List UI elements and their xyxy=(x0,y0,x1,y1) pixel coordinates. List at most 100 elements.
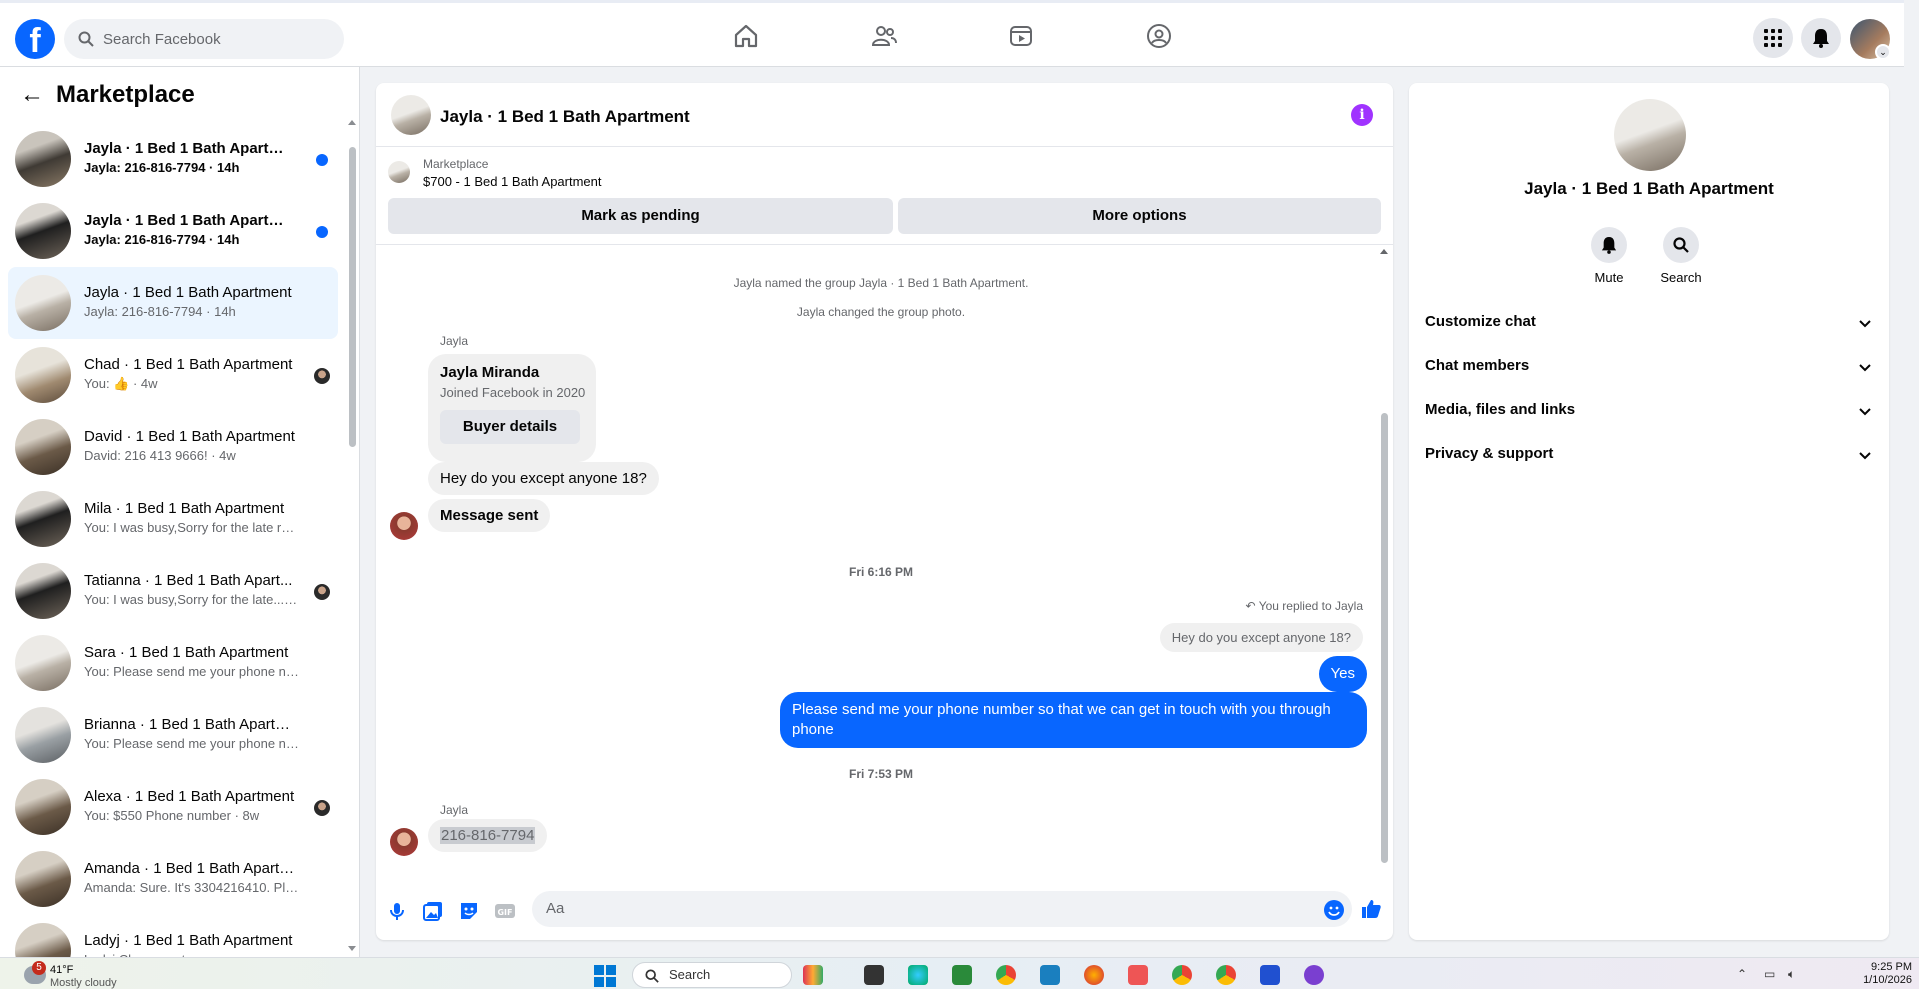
facebook-logo[interactable]: f xyxy=(15,19,55,59)
buyer-joined: Joined Facebook in 2020 xyxy=(440,385,586,400)
sent-message[interactable]: Please send me your phone number so that… xyxy=(780,692,1367,748)
mark-as-pending-button[interactable]: Mark as pending xyxy=(388,198,893,234)
quoted-message[interactable]: Hey do you except anyone 18? xyxy=(1159,623,1363,652)
windows-start-icon[interactable] xyxy=(594,965,616,987)
conversation-name: Alexa · 1 Bed 1 Bath Apartment xyxy=(84,788,295,805)
taskbar-search[interactable]: Search xyxy=(632,962,792,988)
groups-icon[interactable] xyxy=(1145,22,1173,50)
app-icon[interactable] xyxy=(1040,965,1060,985)
gif-icon[interactable]: GIF xyxy=(493,899,517,923)
scrollbar-thumb[interactable] xyxy=(349,147,356,447)
message-input[interactable]: Aa xyxy=(532,891,1352,927)
conversation-item[interactable]: Sara · 1 Bed 1 Bath Apartment You: Please… xyxy=(8,627,338,699)
chrome-profile-icon[interactable] xyxy=(1172,965,1192,985)
conversation-item[interactable]: Jayla · 1 Bed 1 Bath Apartment Jayla: 216… xyxy=(8,123,338,195)
search-action[interactable]: Search xyxy=(1651,227,1711,285)
reply-label: You replied to Jayla xyxy=(1258,599,1363,613)
listing-thumbnail xyxy=(15,779,71,835)
svg-text:GIF: GIF xyxy=(497,908,512,917)
microphone-icon[interactable] xyxy=(385,899,409,923)
chrome-icon[interactable] xyxy=(996,965,1016,985)
friends-icon[interactable] xyxy=(870,22,898,50)
media-files-links-section[interactable]: Media, files and links xyxy=(1425,389,1875,433)
sender-avatar[interactable] xyxy=(390,828,418,856)
thumbs-up-icon[interactable] xyxy=(1359,897,1383,921)
received-message[interactable]: Message sent xyxy=(428,499,551,532)
conversation-item[interactable]: Amanda · 1 Bed 1 Bath Apartment Amanda: S… xyxy=(8,843,338,915)
search-facebook-input[interactable]: Search Facebook xyxy=(64,19,344,59)
conversation-item[interactable]: Mila · 1 Bed 1 Bath Apartment You: I was … xyxy=(8,483,338,555)
widgets-app-icon[interactable] xyxy=(803,965,823,985)
chrome-profile-icon[interactable] xyxy=(1216,965,1236,985)
conversation-item[interactable]: David · 1 Bed 1 Bath Apartment David: 216… xyxy=(8,411,338,483)
composer: GIF Aa xyxy=(376,886,1393,936)
chat-avatar[interactable] xyxy=(391,95,431,135)
sender-avatar[interactable] xyxy=(390,512,418,540)
listing-thumbnail xyxy=(15,131,71,187)
received-message[interactable]: 216-816-7794 xyxy=(428,819,548,852)
emoji-icon[interactable] xyxy=(1322,898,1346,922)
privacy-support-section[interactable]: Privacy & support xyxy=(1425,433,1875,477)
conversation-item[interactable]: Tatianna · 1 Bed 1 Bath Apart... You: I w… xyxy=(8,555,338,627)
spreadsheet-app-icon[interactable] xyxy=(952,965,972,985)
customize-chat-section[interactable]: Customize chat xyxy=(1425,301,1875,345)
photo-icon[interactable] xyxy=(421,899,445,923)
network-icon[interactable]: ▭ xyxy=(1764,967,1775,981)
received-message[interactable]: Hey do you except anyone 18? xyxy=(428,462,659,495)
group-photo[interactable] xyxy=(1614,99,1686,171)
app-icon[interactable] xyxy=(1304,965,1324,985)
buyer-details-button[interactable]: Buyer details xyxy=(440,410,580,444)
shield-app-icon[interactable] xyxy=(1260,965,1280,985)
conversation-item[interactable]: Jayla · 1 Bed 1 Bath Apartment Jayla: 216… xyxy=(8,195,338,267)
chat-header: Jayla · 1 Bed 1 Bath Apartment i xyxy=(376,83,1393,147)
scrollbar-thumb[interactable] xyxy=(1381,413,1388,863)
scroll-down-icon[interactable] xyxy=(347,945,357,953)
message-placeholder: Aa xyxy=(546,900,565,917)
snipping-tool-icon[interactable] xyxy=(1128,965,1148,985)
listing-thumbnail[interactable] xyxy=(388,161,410,183)
chat-title[interactable]: Jayla · 1 Bed 1 Bath Apartment xyxy=(440,107,690,127)
scroll-up-icon[interactable] xyxy=(1379,247,1389,255)
video-icon[interactable] xyxy=(1007,22,1035,50)
home-icon[interactable] xyxy=(732,22,760,50)
conversation-name: Chad · 1 Bed 1 Bath Apartment xyxy=(84,356,293,373)
chevron-down-icon[interactable]: ⌄ xyxy=(1875,44,1891,60)
mute-label: Mute xyxy=(1594,270,1624,285)
windows-taskbar: 5 41°F Mostly cloudy Search ⌃ ▭ 🔈︎ 9:25 … xyxy=(0,957,1919,989)
back-arrow-icon[interactable]: ← xyxy=(20,83,44,107)
chevron-up-icon[interactable]: ⌃ xyxy=(1737,967,1747,981)
edge-browser-icon[interactable] xyxy=(908,965,928,985)
listing-thumbnail xyxy=(15,707,71,763)
chevron-down-icon xyxy=(1859,452,1871,460)
listing-thumbnail xyxy=(15,347,71,403)
task-view-icon[interactable] xyxy=(864,965,884,985)
info-icon[interactable]: i xyxy=(1351,104,1373,126)
mute-action[interactable]: Mute xyxy=(1579,227,1639,285)
conversation-item[interactable]: Ladyj · 1 Bed 1 Bath ApartmentLadyj Chap… xyxy=(8,915,338,957)
conversation-name: Sara · 1 Bed 1 Bath Apartment xyxy=(84,644,289,661)
system-clock[interactable]: 9:25 PM 1/10/2026 xyxy=(1830,961,1912,987)
selected-phone-text[interactable]: 216-816-7794 xyxy=(440,827,536,844)
conversation-preview: Amanda: Sure. It's 3304216410. Ple... · … xyxy=(84,880,299,895)
chat-members-section[interactable]: Chat members xyxy=(1425,345,1875,389)
sticker-icon[interactable] xyxy=(457,899,481,923)
reply-icon: ↶ xyxy=(1245,599,1259,613)
conversation-item[interactable]: Brianna · 1 Bed 1 Bath Apartment You: Ple… xyxy=(8,699,338,771)
volume-icon[interactable]: 🔈︎ xyxy=(1788,967,1795,982)
search-icon xyxy=(1663,227,1699,263)
weather-widget[interactable]: 5 41°F Mostly cloudy xyxy=(12,960,132,989)
more-options-button[interactable]: More options xyxy=(898,198,1381,234)
search-label: Search xyxy=(1660,270,1702,285)
sent-message[interactable]: Yes xyxy=(1318,656,1367,692)
clock-time: 9:25 PM xyxy=(1871,961,1912,973)
marketplace-inbox: ← Marketplace Jayla · 1 Bed 1 Bath Apart… xyxy=(0,67,360,957)
scroll-up-icon[interactable] xyxy=(347,118,357,126)
conversation-item[interactable]: Jayla · 1 Bed 1 Bath Apartment Jayla: 216… xyxy=(8,267,338,339)
listing-price-title[interactable]: $700 - 1 Bed 1 Bath Apartment xyxy=(423,174,602,189)
firefox-icon[interactable] xyxy=(1084,965,1104,985)
conversation-item[interactable]: Chad · 1 Bed 1 Bath Apartment You: 👍 · 4w xyxy=(8,339,338,411)
conversation-item[interactable]: Alexa · 1 Bed 1 Bath Apartment You: $550 … xyxy=(8,771,338,843)
menu-grid-button[interactable] xyxy=(1753,18,1793,58)
notifications-button[interactable] xyxy=(1801,18,1841,58)
group-title: Jayla · 1 Bed 1 Bath Apartment xyxy=(1524,179,1774,198)
